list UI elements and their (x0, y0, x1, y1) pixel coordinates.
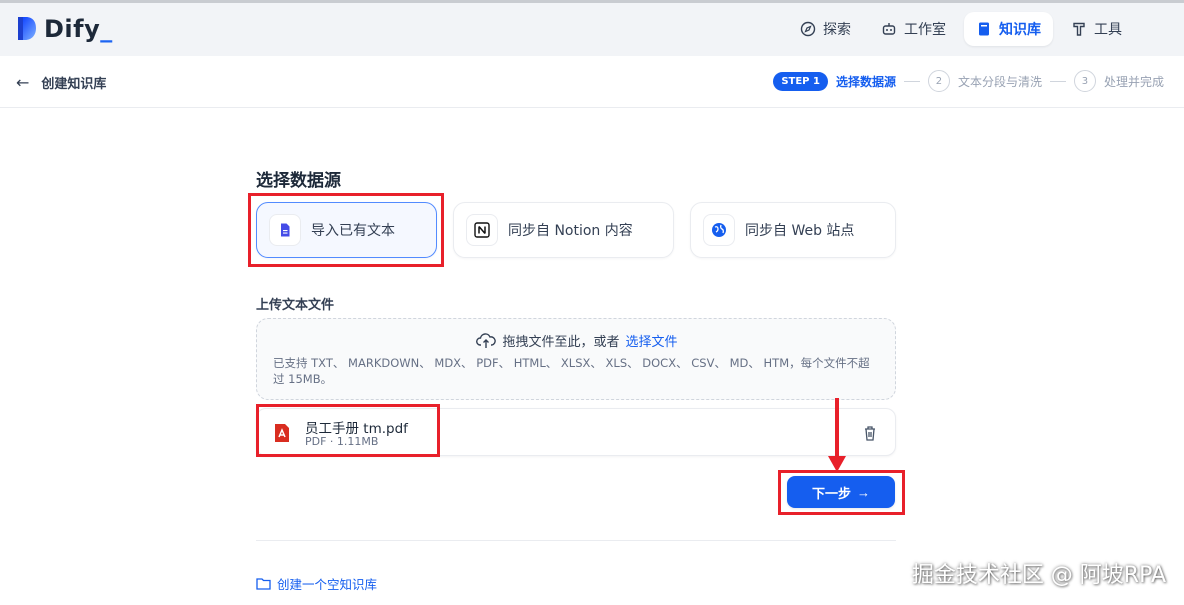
stepper: STEP 1 选择数据源 2 文本分段与清洗 3 处理并完成 (773, 70, 1164, 92)
file-text-icon (269, 214, 301, 246)
source-option-import-text[interactable]: 导入已有文本 (256, 202, 437, 258)
dropzone-text: 拖拽文件至此，或者 (502, 335, 620, 350)
robot-icon (882, 23, 896, 35)
dify-logo-icon (18, 17, 36, 40)
nav-label-studio: 工作室 (904, 22, 946, 38)
file-name: 员工手册 tm.pdf (305, 421, 408, 437)
notion-icon (466, 214, 498, 246)
uploaded-file-item[interactable]: 员工手册 tm.pdf PDF · 1.11MB (256, 408, 896, 456)
annotation-arrow (828, 398, 846, 472)
sub-header: ← 创建知识库 STEP 1 选择数据源 2 文本分段与清洗 3 处理并完成 (0, 56, 1184, 108)
main-nav: 探索 工作室 知识库 工具 (788, 12, 1134, 46)
section-title: 选择数据源 (256, 171, 341, 191)
nav-item-knowledge[interactable]: 知识库 (964, 12, 1053, 46)
next-step-label: 下一步 (811, 485, 851, 501)
nav-item-tools[interactable]: 工具 (1059, 12, 1134, 46)
source-label: 导入已有文本 (311, 223, 395, 239)
nav-label-knowledge: 知识库 (999, 22, 1041, 38)
divider (256, 540, 896, 541)
top-navbar: Dify_ 探索 工作室 知识库 工具 (0, 0, 1184, 56)
step-connector (1049, 80, 1066, 82)
file-meta: PDF · 1.11MB (305, 435, 379, 448)
arrow-right-icon: → (857, 484, 870, 500)
nav-label-tools: 工具 (1094, 22, 1122, 38)
step-badge: STEP 1 (773, 71, 828, 91)
step-2-number: 2 (927, 70, 950, 92)
hammer-icon (1073, 22, 1085, 36)
nav-item-explore[interactable]: 探索 (788, 12, 863, 46)
data-source-options: 导入已有文本 同步自 Notion 内容 同步自 Web 站点 (256, 202, 896, 258)
arrow-left-icon: ← (16, 73, 30, 92)
dify-logo[interactable]: Dify_ (16, 15, 113, 43)
trash-icon[interactable] (861, 424, 879, 442)
create-empty-knowledge-link[interactable]: 创建一个空知识库 (256, 574, 377, 593)
source-label: 同步自 Web 站点 (745, 223, 855, 239)
globe-icon (703, 214, 735, 246)
step-3-number: 3 (1073, 70, 1096, 92)
back-button[interactable]: ← 创建知识库 (16, 73, 106, 92)
folder-icon (256, 578, 271, 590)
book-icon (979, 22, 989, 36)
source-option-notion[interactable]: 同步自 Notion 内容 (453, 202, 674, 258)
empty-link-label: 创建一个空知识库 (277, 577, 378, 592)
upload-section-label: 上传文本文件 (256, 298, 335, 313)
source-label: 同步自 Notion 内容 (508, 223, 633, 239)
nav-label-explore: 探索 (823, 22, 851, 38)
cloud-upload-icon (476, 332, 497, 348)
brand-name: Dify_ (44, 15, 113, 43)
next-step-button[interactable]: 下一步 → (787, 476, 895, 508)
step-connector (903, 80, 920, 82)
watermark-text: 掘金技术社区 @ 阿坡RPA (911, 563, 1166, 588)
supported-formats-note: 已支持 TXT、 MARKDOWN、 MDX、 PDF、 HTML、 XLSX、… (273, 356, 870, 386)
step-2-label: 文本分段与清洗 (957, 74, 1042, 89)
page-title: 创建知识库 (41, 77, 107, 92)
compass-icon (800, 21, 816, 37)
step-3-label: 处理并完成 (1103, 74, 1164, 89)
source-option-web[interactable]: 同步自 Web 站点 (690, 202, 896, 258)
dropzone-prompt: 拖拽文件至此，或者 选择文件 (257, 331, 897, 350)
nav-item-studio[interactable]: 工作室 (869, 12, 958, 46)
pdf-icon (275, 424, 289, 442)
step-1-label: 选择数据源 (835, 74, 896, 89)
file-dropzone[interactable]: 拖拽文件至此，或者 选择文件 已支持 TXT、 MARKDOWN、 MDX、 P… (256, 318, 896, 400)
select-file-link[interactable]: 选择文件 (626, 331, 678, 350)
